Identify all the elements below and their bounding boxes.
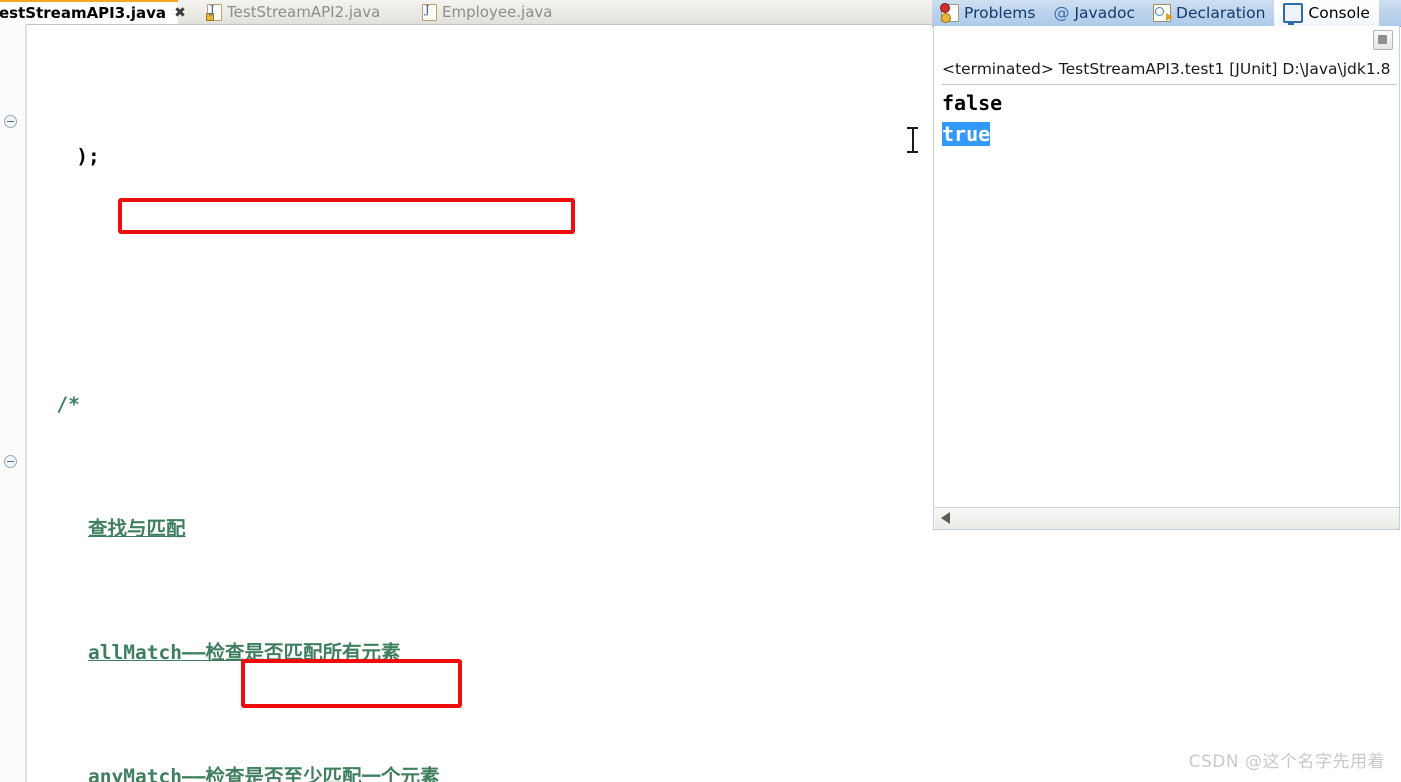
- comment-title: 查找与匹配: [88, 517, 186, 540]
- text-cursor-pointer: [907, 127, 918, 153]
- console-view-pane: Problems @ Javadoc Declaration Console <…: [932, 0, 1401, 782]
- console-toolbar: [1373, 30, 1393, 50]
- javadoc-icon: @: [1053, 3, 1070, 22]
- console-body[interactable]: <terminated> TestStreamAPI3.test1 [JUnit…: [933, 26, 1400, 530]
- eclipse-ide-window: estStreamAPI3.java ✖ TestStreamAPI2.java…: [0, 0, 1401, 782]
- view-tab-problems[interactable]: Problems: [932, 0, 1044, 26]
- editor-tab-label: Employee.java: [442, 3, 553, 21]
- java-file-icon: [422, 3, 437, 21]
- comment-open: /*: [56, 393, 80, 416]
- terminate-button[interactable]: [1373, 30, 1393, 50]
- code-line-clipped: new Employee("田七", 12, 8888.88, Status.B…: [27, 20, 932, 40]
- close-icon[interactable]: ✖: [174, 6, 186, 20]
- console-output: false true: [942, 88, 1002, 150]
- view-tab-label: Console: [1308, 4, 1370, 22]
- view-tab-label: Javadoc: [1074, 4, 1136, 22]
- gutter-separator: [25, 24, 26, 782]
- view-tab-declaration[interactable]: Declaration: [1144, 0, 1274, 26]
- view-tab-javadoc[interactable]: @ Javadoc: [1044, 0, 1144, 26]
- fold-marker-comment[interactable]: [4, 115, 17, 128]
- console-output-line: false: [942, 91, 1003, 115]
- code-line: );: [27, 141, 932, 172]
- view-tab-bar: Problems @ Javadoc Declaration Console: [932, 0, 1401, 27]
- fold-marker-method[interactable]: [4, 455, 17, 468]
- code-text-area[interactable]: ); /* 查找与匹配 allMatch——检查是否匹配所有元素 anyMatc…: [27, 48, 932, 782]
- editor-tab-label: TestStreamAPI2.java: [227, 3, 381, 21]
- csdn-watermark: CSDN @这个名字先用着: [1188, 752, 1385, 772]
- console-launch-label: <terminated> TestStreamAPI3.test1 [JUnit…: [942, 60, 1391, 78]
- declaration-icon: [1153, 4, 1174, 22]
- console-divider: [942, 84, 1397, 85]
- code-line: /*: [27, 389, 932, 420]
- scroll-left-arrow-icon[interactable]: [941, 512, 950, 524]
- problems-icon: [940, 3, 959, 23]
- close-paren-semicolon: );: [76, 145, 100, 168]
- view-tab-label: Declaration: [1176, 4, 1266, 22]
- editor-gutter[interactable]: [0, 24, 27, 782]
- comment-anymatch: anyMatch——检查是否至少匹配一个元素: [88, 765, 440, 782]
- console-horizontal-scrollbar[interactable]: [935, 507, 1399, 529]
- console-output-line-selected: true: [942, 122, 991, 146]
- java-file-locked-icon: [206, 3, 222, 21]
- java-editor-pane: estStreamAPI3.java ✖ TestStreamAPI2.java…: [0, 0, 932, 782]
- comment-allmatch: allMatch——检查是否匹配所有元素: [88, 641, 401, 664]
- console-icon: [1283, 3, 1304, 25]
- code-line: 查找与匹配: [27, 513, 932, 544]
- code-line: anyMatch——检查是否至少匹配一个元素: [27, 761, 932, 782]
- console-pane-background: [932, 531, 1401, 782]
- view-tab-label: Problems: [964, 4, 1036, 22]
- code-line: allMatch——检查是否匹配所有元素: [27, 637, 932, 668]
- view-tab-console[interactable]: Console: [1274, 0, 1379, 26]
